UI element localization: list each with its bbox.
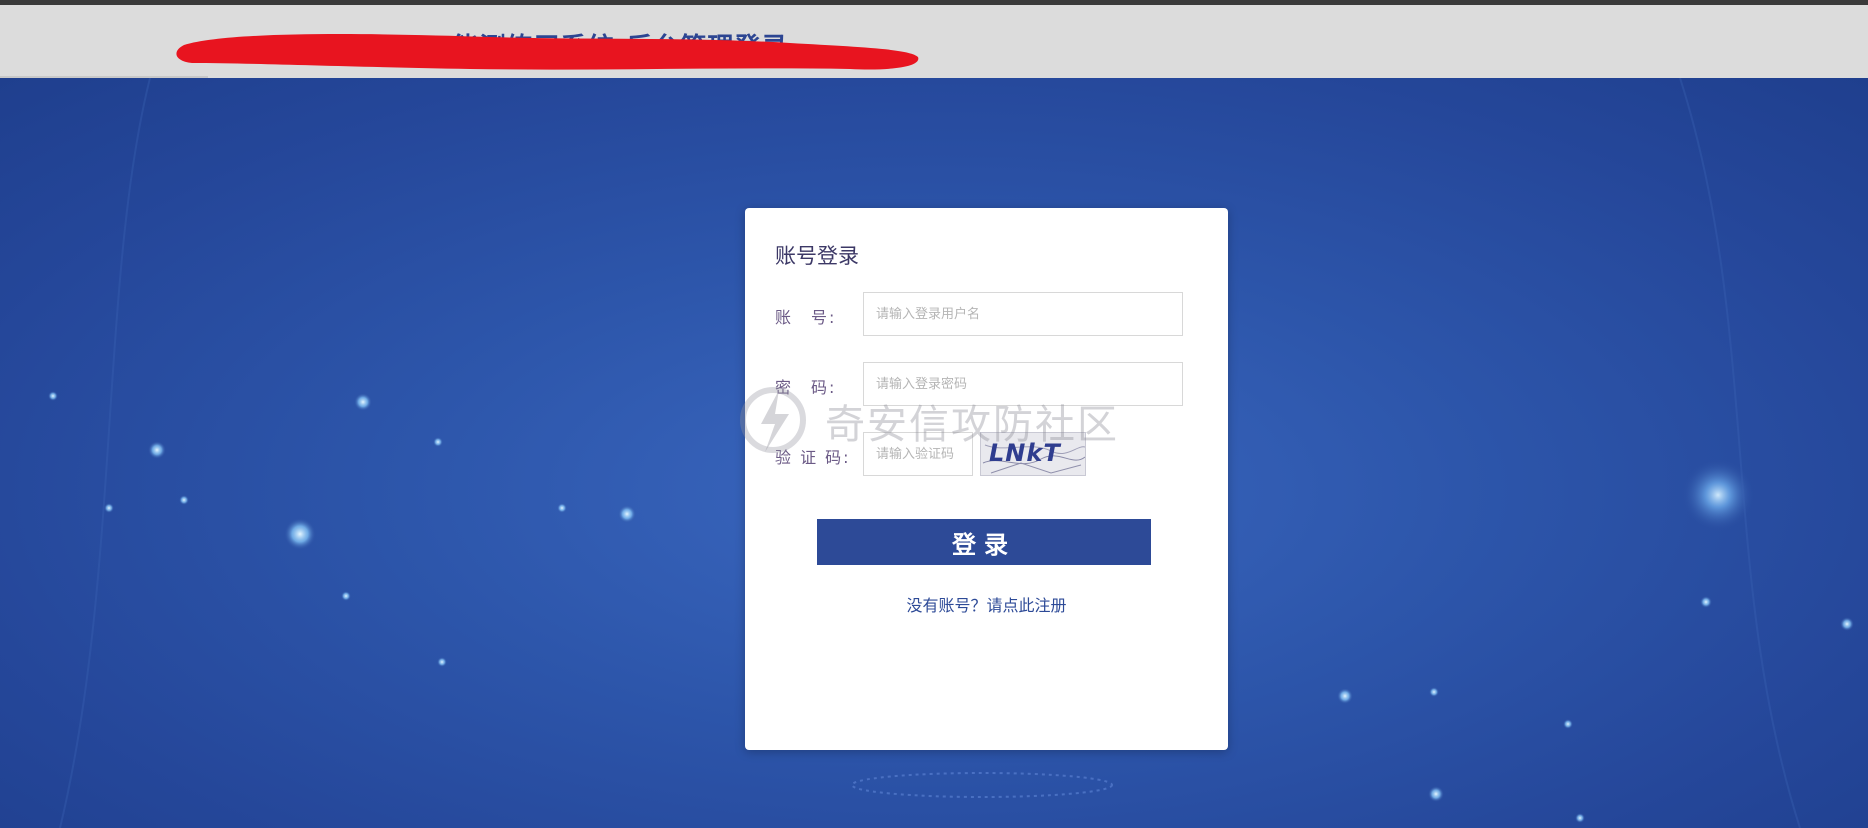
login-button[interactable]: 登录 [817,519,1151,565]
login-card: 账号登录 账 号: 密 码: 验 证 码: LNkT 登录 没有账号？请点此注册 [745,208,1228,750]
captcha-image[interactable]: LNkT [980,432,1086,476]
register-link[interactable]: 没有账号？请点此注册 [745,592,1228,616]
password-label: 密 码: [775,378,837,397]
captcha-text: LNkT [989,439,1061,467]
captcha-input[interactable] [863,432,973,476]
account-label: 账 号: [775,308,837,327]
password-input[interactable] [863,362,1183,406]
redaction-mark [176,34,919,70]
top-bar: ...能测练习系统-后台管理登录 [0,0,1868,78]
captcha-label: 验 证 码: [775,448,851,467]
login-title: 账号登录 [775,244,859,268]
account-input[interactable] [863,292,1183,336]
